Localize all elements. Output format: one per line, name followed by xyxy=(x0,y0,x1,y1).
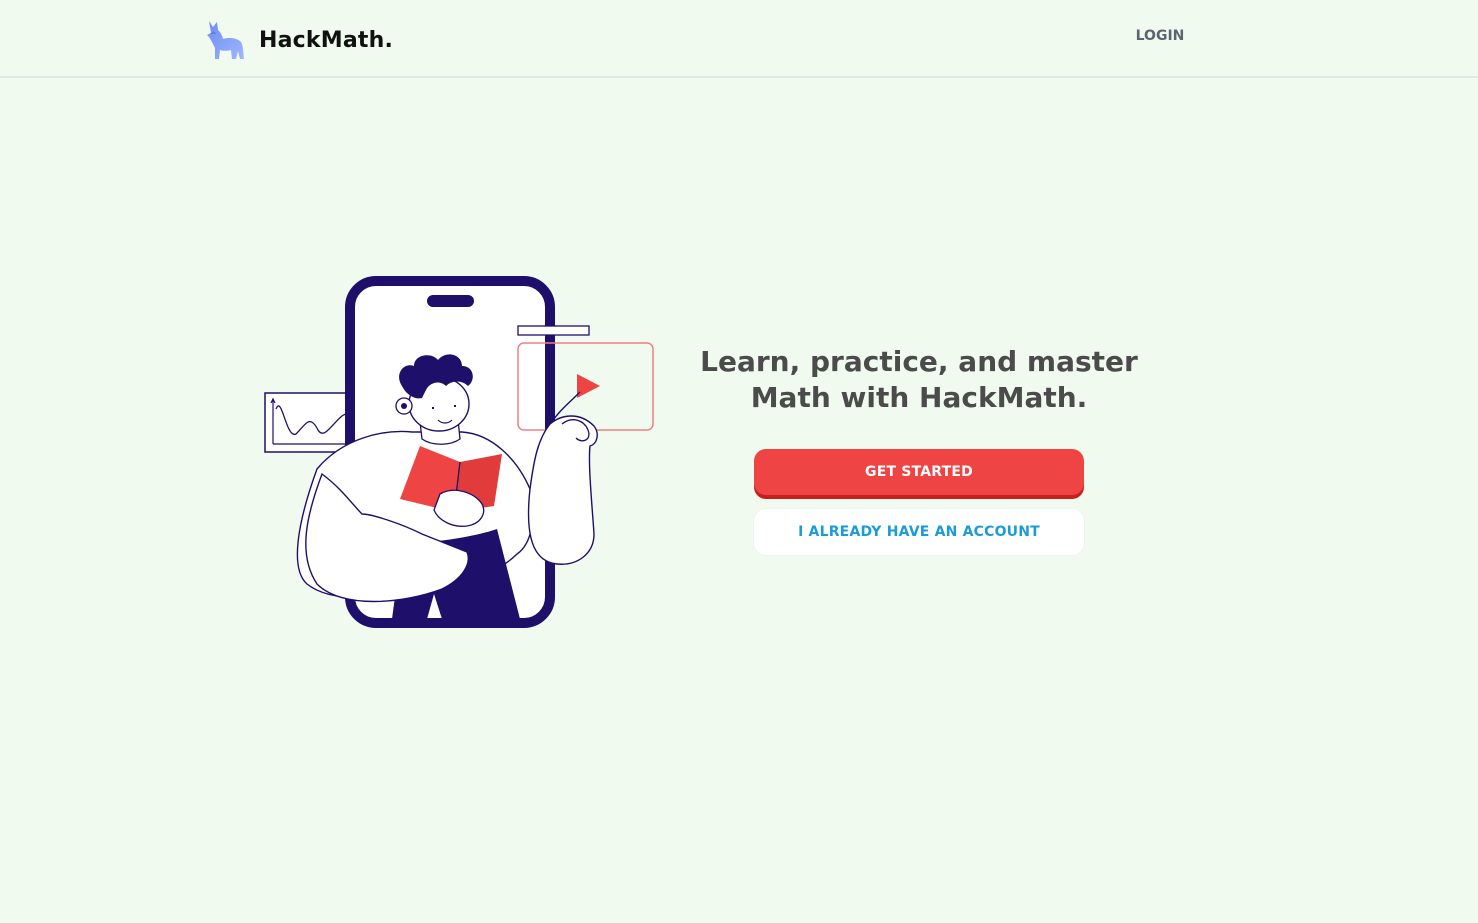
brand-home-link[interactable]: HackMath. xyxy=(205,18,393,62)
student-phone-illustration xyxy=(264,276,654,628)
have-account-button[interactable]: I ALREADY HAVE AN ACCOUNT xyxy=(754,509,1084,555)
login-link[interactable]: LOGIN xyxy=(1125,28,1195,48)
brand-name: HackMath. xyxy=(259,27,394,53)
hero-title: Learn, practice, and master Math with Ha… xyxy=(700,345,1138,414)
top-navbar: HackMath. LOGIN xyxy=(0,0,1478,78)
wolf-logo-icon xyxy=(207,21,244,59)
get-started-button[interactable]: GET STARTED xyxy=(754,449,1084,495)
